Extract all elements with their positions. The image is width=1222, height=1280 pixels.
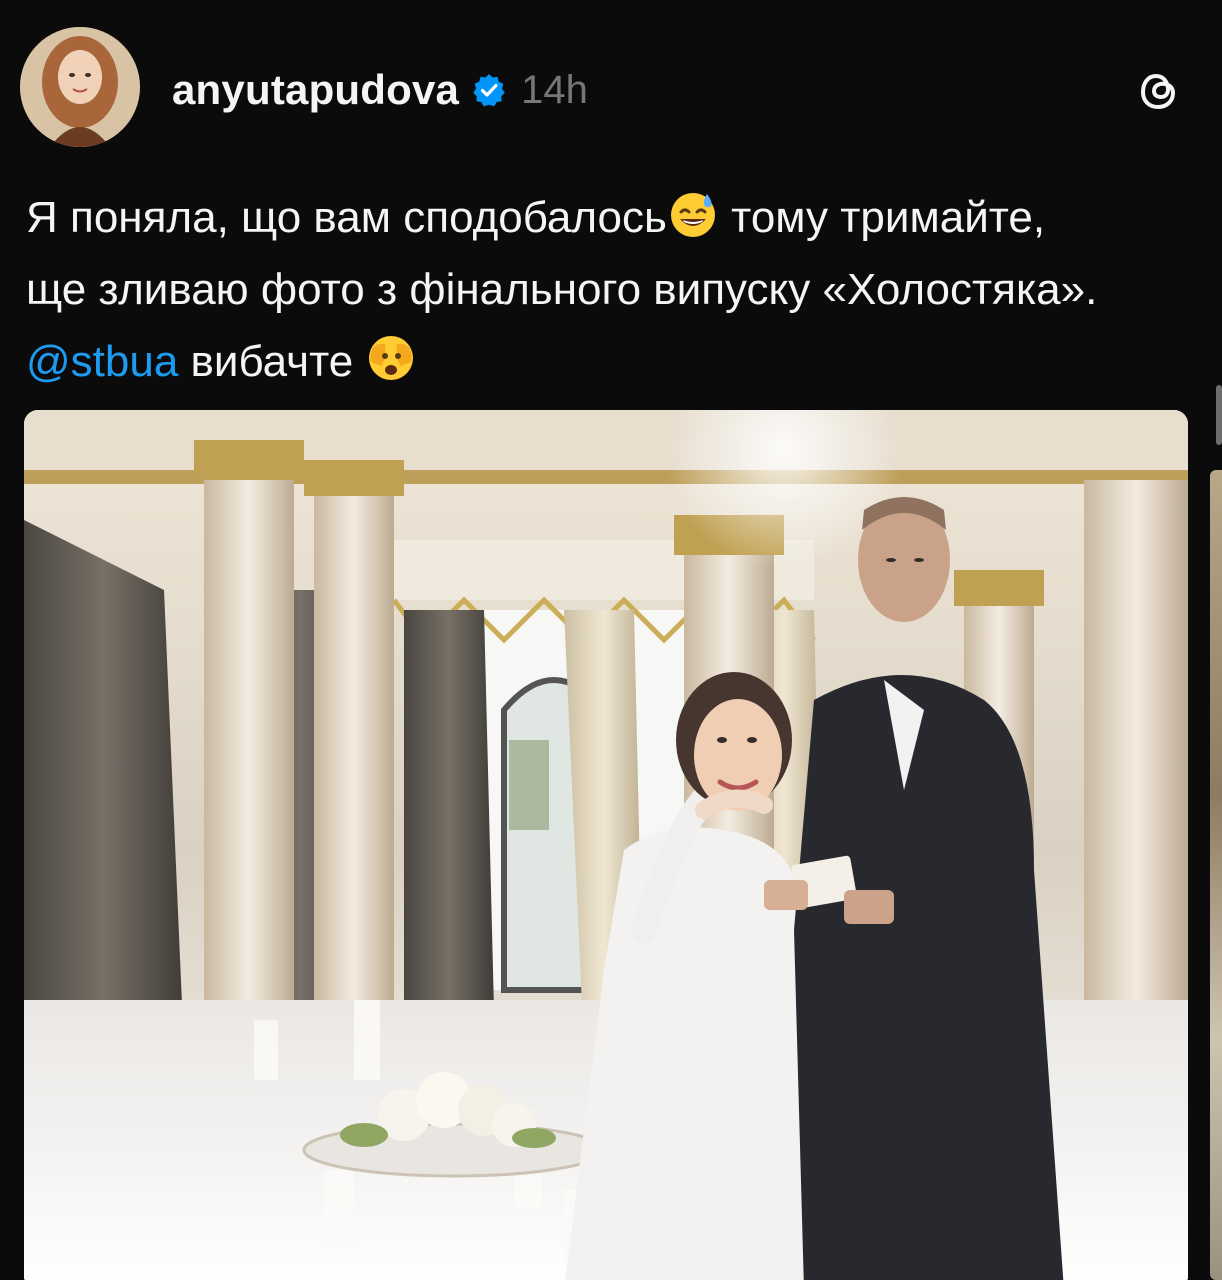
caption-text-3: вибачте: [178, 337, 366, 386]
post-timestamp: 14h: [521, 67, 588, 112]
avatar[interactable]: [20, 27, 140, 147]
face-with-hand-over-eyes-emoji: [365, 332, 417, 384]
caption-text-1: Я поняла, що вам сподобалось: [26, 193, 667, 242]
post-image[interactable]: [24, 410, 1188, 1280]
post-caption: Я поняла, що вам сподобалось тому тримай…: [26, 182, 1106, 398]
username[interactable]: anyutapudova: [172, 66, 459, 114]
next-image-peek[interactable]: [1210, 470, 1222, 1280]
wedding-photo: [24, 410, 1188, 1280]
mention-link[interactable]: @stbua: [26, 337, 178, 386]
smiling-face-with-sweat-emoji: [667, 188, 719, 240]
threads-logo-icon[interactable]: [1134, 66, 1184, 116]
avatar-image: [20, 27, 140, 147]
threads-post: anyutapudova 14h Я поняла, що вам сподоб…: [0, 0, 1222, 1280]
post-header: anyutapudova 14h: [172, 62, 588, 118]
verified-badge-icon: [471, 72, 507, 108]
scrollbar-thumb[interactable]: [1216, 385, 1222, 445]
